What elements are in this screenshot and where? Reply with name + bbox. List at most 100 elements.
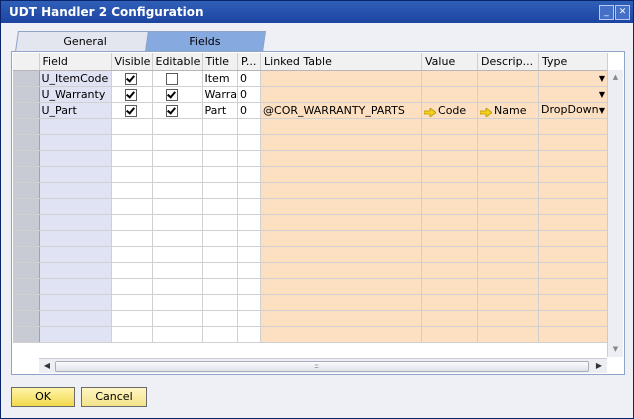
description-cell[interactable] xyxy=(477,246,540,263)
empty-table-row[interactable] xyxy=(13,278,609,295)
title-cell[interactable]: Item xyxy=(202,70,239,87)
column-header-type[interactable]: Type xyxy=(538,53,609,71)
title-bar[interactable]: UDT Handler 2 Configuration _ ✕ xyxy=(1,1,633,23)
linked-table-cell[interactable] xyxy=(260,278,423,295)
linked-table-cell[interactable] xyxy=(260,70,423,87)
title-cell[interactable] xyxy=(202,166,239,183)
title-cell[interactable] xyxy=(202,150,239,167)
column-header-p[interactable]: P... xyxy=(237,53,262,71)
editable-cell[interactable] xyxy=(152,86,203,103)
close-button[interactable]: ✕ xyxy=(615,5,630,20)
p-cell[interactable] xyxy=(237,150,262,167)
p-cell[interactable] xyxy=(237,214,262,231)
p-cell[interactable] xyxy=(237,294,262,311)
value-cell[interactable]: Code xyxy=(421,102,479,119)
row-header[interactable] xyxy=(13,134,40,151)
description-cell[interactable] xyxy=(477,294,540,311)
field-cell[interactable] xyxy=(39,326,112,343)
row-header[interactable] xyxy=(13,294,40,311)
editable-cell[interactable] xyxy=(152,214,203,231)
editable-checkbox[interactable] xyxy=(165,73,178,85)
p-cell[interactable] xyxy=(237,246,262,263)
type-cell[interactable] xyxy=(538,278,609,295)
row-header[interactable] xyxy=(13,198,40,215)
field-cell[interactable] xyxy=(39,182,112,199)
linked-table-cell[interactable] xyxy=(260,182,423,199)
visible-cell[interactable] xyxy=(111,166,153,183)
editable-cell[interactable] xyxy=(152,182,203,199)
table-row[interactable]: U_Part Part 0 @COR_WARRANTY_PARTS Code Name ▼ D… xyxy=(13,102,609,119)
visible-cell[interactable] xyxy=(111,150,153,167)
p-cell[interactable] xyxy=(237,166,262,183)
title-cell[interactable] xyxy=(202,326,239,343)
column-header-field[interactable]: Field xyxy=(39,53,112,71)
link-arrow-icon[interactable] xyxy=(423,106,437,118)
value-cell[interactable] xyxy=(421,118,479,135)
field-cell[interactable] xyxy=(39,150,112,167)
field-cell[interactable] xyxy=(39,246,112,263)
row-header[interactable] xyxy=(13,262,40,279)
linked-table-cell[interactable] xyxy=(260,262,423,279)
p-cell[interactable]: 0 xyxy=(237,86,262,103)
value-cell[interactable] xyxy=(421,294,479,311)
p-cell[interactable] xyxy=(237,310,262,327)
editable-cell[interactable] xyxy=(152,150,203,167)
description-cell[interactable] xyxy=(477,326,540,343)
table-row[interactable]: U_Warranty Warra 0 ▼ xyxy=(13,86,609,103)
type-cell[interactable] xyxy=(538,134,609,151)
visible-cell[interactable] xyxy=(111,262,153,279)
p-cell[interactable] xyxy=(237,262,262,279)
empty-table-row[interactable] xyxy=(13,310,609,327)
tab-general[interactable]: General xyxy=(15,31,156,52)
table-row[interactable]: U_ItemCode Item 0 ▼ xyxy=(13,70,609,87)
editable-cell[interactable] xyxy=(152,278,203,295)
value-cell[interactable] xyxy=(421,198,479,215)
field-cell[interactable]: U_Part xyxy=(39,102,112,119)
editable-cell[interactable] xyxy=(152,230,203,247)
p-cell[interactable]: 0 xyxy=(237,70,262,87)
description-cell[interactable] xyxy=(477,118,540,135)
empty-table-row[interactable] xyxy=(13,246,609,263)
linked-table-cell[interactable] xyxy=(260,198,423,215)
linked-table-cell[interactable] xyxy=(260,150,423,167)
type-cell[interactable] xyxy=(538,150,609,167)
visible-cell[interactable] xyxy=(111,246,153,263)
description-cell[interactable] xyxy=(477,86,540,103)
type-cell[interactable] xyxy=(538,262,609,279)
column-header-visible[interactable]: Visible xyxy=(111,53,153,71)
type-cell[interactable] xyxy=(538,230,609,247)
visible-checkbox[interactable] xyxy=(124,89,137,101)
p-cell[interactable] xyxy=(237,118,262,135)
description-cell[interactable] xyxy=(477,150,540,167)
description-cell[interactable] xyxy=(477,278,540,295)
editable-cell[interactable] xyxy=(152,310,203,327)
visible-cell[interactable] xyxy=(111,278,153,295)
row-header[interactable] xyxy=(13,246,40,263)
field-cell[interactable]: U_Warranty xyxy=(39,86,112,103)
dropdown-arrow-icon[interactable]: ▼ xyxy=(599,71,605,86)
field-cell[interactable] xyxy=(39,166,112,183)
linked-table-cell[interactable] xyxy=(260,118,423,135)
title-cell[interactable] xyxy=(202,198,239,215)
visible-cell[interactable] xyxy=(111,134,153,151)
linked-table-cell[interactable] xyxy=(260,166,423,183)
field-cell[interactable] xyxy=(39,214,112,231)
field-cell[interactable]: U_ItemCode xyxy=(39,70,112,87)
p-cell[interactable] xyxy=(237,182,262,199)
p-cell[interactable] xyxy=(237,230,262,247)
visible-cell[interactable] xyxy=(111,294,153,311)
title-cell[interactable] xyxy=(202,310,239,327)
description-cell[interactable] xyxy=(477,310,540,327)
empty-table-row[interactable] xyxy=(13,134,609,151)
visible-cell[interactable] xyxy=(111,214,153,231)
visible-checkbox[interactable] xyxy=(124,105,137,117)
description-cell[interactable] xyxy=(477,134,540,151)
scroll-left-icon[interactable]: ◀ xyxy=(41,359,53,373)
title-cell[interactable] xyxy=(202,278,239,295)
title-cell[interactable] xyxy=(202,214,239,231)
description-cell[interactable] xyxy=(477,262,540,279)
editable-cell[interactable] xyxy=(152,134,203,151)
empty-table-row[interactable] xyxy=(13,294,609,311)
title-cell[interactable] xyxy=(202,134,239,151)
description-cell[interactable] xyxy=(477,166,540,183)
